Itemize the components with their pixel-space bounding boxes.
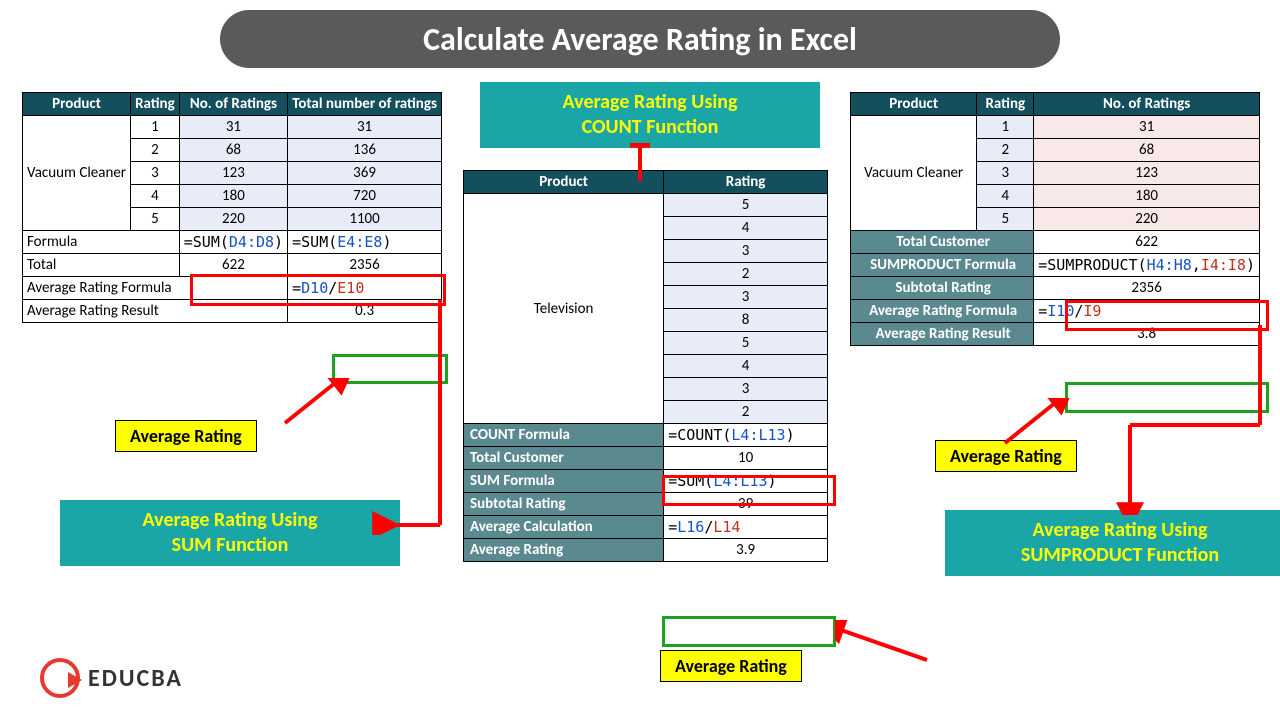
total-customer: 622: [1034, 231, 1260, 254]
total-customer: 10: [664, 447, 828, 470]
avg-formula: =I10/I9: [1034, 300, 1260, 323]
arrow-icon: [1100, 325, 1280, 515]
formula-num: =SUM(D4:D8): [179, 231, 287, 254]
cell: 31: [179, 116, 287, 139]
cell: 5: [664, 194, 828, 217]
th-rating: Rating: [131, 93, 180, 116]
avg-formula-label: Average Rating Formula: [23, 277, 288, 300]
cell: 1100: [288, 208, 442, 231]
avg-result: 0.3: [288, 300, 442, 323]
subtotal: 2356: [1034, 277, 1260, 300]
avg-label: Average Rating: [464, 539, 664, 562]
subtotal-label: Subtotal Rating: [464, 493, 664, 516]
cell: 5: [664, 332, 828, 355]
cell: 5: [131, 208, 180, 231]
cell: 2: [977, 139, 1034, 162]
cell: 3: [664, 240, 828, 263]
avg-calc-label: Average Calculation: [464, 516, 664, 539]
cell-product: Vacuum Cleaner: [851, 116, 977, 231]
th-totalnum: Total number of ratings: [288, 93, 442, 116]
avg-result-label: Average Rating Result: [23, 300, 288, 323]
cell: 720: [288, 185, 442, 208]
cell: 3: [664, 378, 828, 401]
logo-text: EDUCBA: [88, 664, 183, 693]
th-product: Product: [464, 171, 664, 194]
total-customer-label: Total Customer: [464, 447, 664, 470]
left-table: Product Rating No. of Ratings Total numb…: [22, 92, 442, 323]
cell: 1: [131, 116, 180, 139]
avg-result: 3.9: [664, 539, 828, 562]
avg-formula: =D10/E10: [288, 277, 442, 300]
cell: 4: [664, 355, 828, 378]
cell: 3: [977, 162, 1034, 185]
sumproduct-label: SUMPRODUCT Formula: [851, 254, 1034, 277]
avg-result-label: Average Rating Result: [851, 323, 1034, 346]
callout-avg-rating: Average Rating: [115, 420, 257, 452]
th-rating: Rating: [977, 93, 1034, 116]
cell: 2: [131, 139, 180, 162]
total-label: Total: [23, 254, 180, 277]
total-customer-label: Total Customer: [851, 231, 1034, 254]
cell: 4: [664, 217, 828, 240]
cell: 220: [1034, 208, 1260, 231]
cell-product: Television: [464, 194, 664, 424]
count-formula: =COUNT(L4:L13): [664, 424, 828, 447]
logo: EDUCBA: [40, 658, 183, 698]
page: Calculate Average Rating in Excel Produc…: [0, 0, 1280, 720]
th-product: Product: [851, 93, 977, 116]
th-rating: Rating: [664, 171, 828, 194]
avg-formula-label: Average Rating Formula: [851, 300, 1034, 323]
callout-count-fn: Average Rating UsingCOUNT Function: [480, 82, 820, 148]
cell: 31: [288, 116, 442, 139]
cell: 2: [664, 401, 828, 424]
total-num: 622: [179, 254, 287, 277]
cell: 220: [179, 208, 287, 231]
callout-avg-rating: Average Rating: [660, 650, 802, 682]
cell: 5: [977, 208, 1034, 231]
sumproduct-formula: =SUMPRODUCT(H4:H8,I4:I8): [1034, 254, 1260, 277]
callout-sumproduct-fn: Average Rating UsingSUMPRODUCT Function: [945, 510, 1280, 576]
highlight-green: [662, 616, 836, 647]
cell: 3: [131, 162, 180, 185]
logo-icon: [40, 658, 80, 698]
cell: 1: [977, 116, 1034, 139]
cell: 8: [664, 309, 828, 332]
th-product: Product: [23, 93, 131, 116]
cell-product: Vacuum Cleaner: [23, 116, 131, 231]
center-table: Product Rating Television 5 4 3 2 3 8 5 …: [463, 170, 828, 562]
formula-label: Formula: [23, 231, 180, 254]
sum-formula-label: SUM Formula: [464, 470, 664, 493]
cell: 4: [977, 185, 1034, 208]
cell: 369: [288, 162, 442, 185]
cell: 4: [131, 185, 180, 208]
subtotal: 39: [664, 493, 828, 516]
arrow-icon: [280, 378, 350, 428]
cell: 68: [179, 139, 287, 162]
avg-result: 3.8: [1034, 323, 1260, 346]
arrow-icon: [835, 620, 935, 670]
cell: 3: [664, 286, 828, 309]
th-numratings: No. of Ratings: [1034, 93, 1260, 116]
sum-formula: =SUM(L4:L13): [664, 470, 828, 493]
cell: 180: [179, 185, 287, 208]
right-table: Product Rating No. of Ratings Vacuum Cle…: [850, 92, 1260, 346]
cell: 123: [179, 162, 287, 185]
cell: 136: [288, 139, 442, 162]
callout-sum-fn: Average Rating UsingSUM Function: [60, 500, 400, 566]
cell: 180: [1034, 185, 1260, 208]
avg-calc: =L16/L14: [664, 516, 828, 539]
highlight-green: [332, 354, 448, 384]
highlight-green: [1065, 382, 1269, 413]
total-tot: 2356: [288, 254, 442, 277]
subtotal-label: Subtotal Rating: [851, 277, 1034, 300]
callout-avg-rating: Average Rating: [935, 440, 1077, 472]
cell: 31: [1034, 116, 1260, 139]
count-formula-label: COUNT Formula: [464, 424, 664, 447]
cell: 2: [664, 263, 828, 286]
formula-tot: =SUM(E4:E8): [288, 231, 442, 254]
page-title: Calculate Average Rating in Excel: [220, 10, 1060, 68]
cell: 123: [1034, 162, 1260, 185]
th-numratings: No. of Ratings: [179, 93, 287, 116]
cell: 68: [1034, 139, 1260, 162]
